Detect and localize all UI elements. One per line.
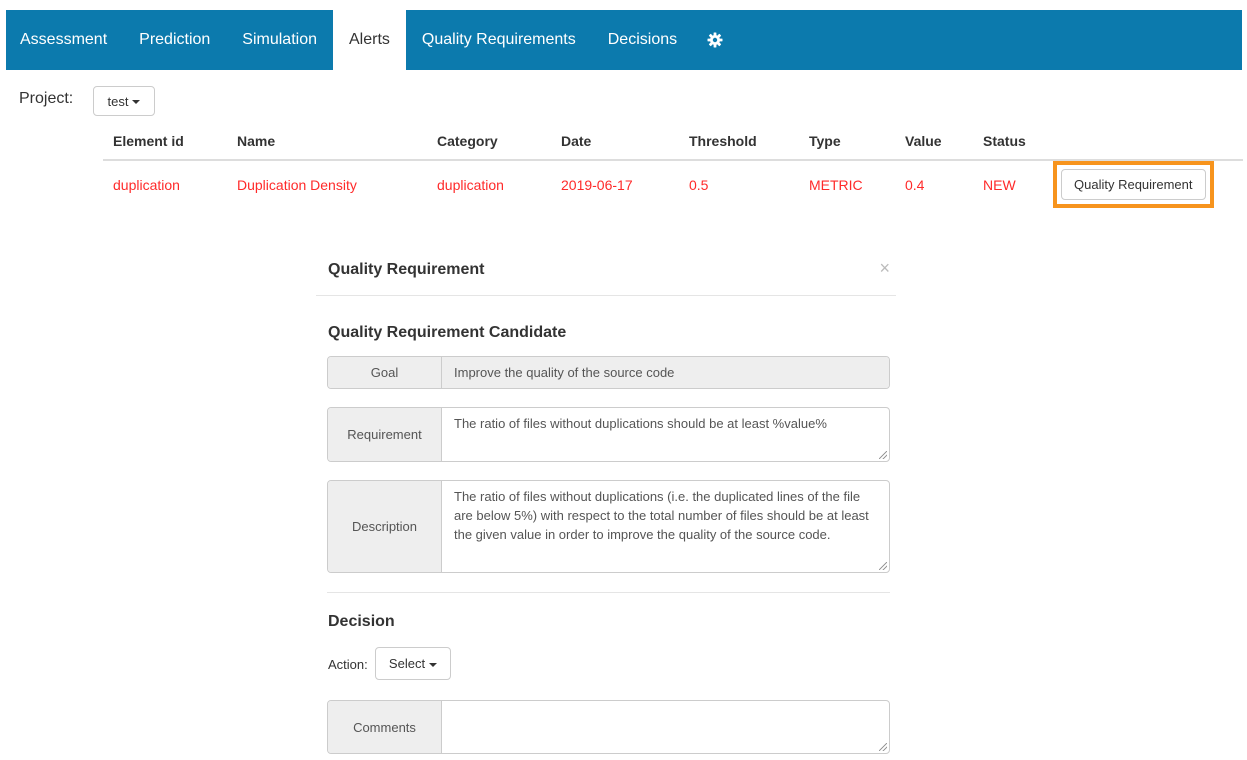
- description-textarea[interactable]: The ratio of files without duplications …: [442, 481, 889, 572]
- goal-value: Improve the quality of the source code: [442, 357, 889, 388]
- description-label: Description: [328, 481, 442, 572]
- goal-label: Goal: [328, 357, 442, 388]
- column-header-status: Status: [973, 122, 1053, 161]
- column-header-actions: [1053, 122, 1243, 161]
- action-label: Action:: [328, 657, 368, 672]
- cell-date: 2019-06-17: [561, 176, 633, 193]
- modal-title: Quality Requirement: [328, 261, 485, 278]
- project-dropdown[interactable]: test: [93, 86, 155, 116]
- action-select-dropdown[interactable]: Select: [375, 647, 451, 680]
- cell-type: METRIC: [809, 176, 863, 193]
- caret-down-icon: [429, 662, 438, 667]
- requirement-label: Requirement: [328, 408, 442, 461]
- requirement-text: The ratio of files without duplications …: [454, 416, 827, 431]
- column-header-element-id: Element id: [103, 122, 227, 161]
- resize-handle-icon[interactable]: [879, 743, 887, 751]
- table-header-row: Element id Name Category Date Threshold …: [103, 122, 1243, 161]
- comments-field: Comments: [327, 700, 890, 754]
- description-text: The ratio of files without duplications …: [454, 489, 869, 542]
- cell-element-id: duplication: [113, 176, 180, 193]
- column-header-name: Name: [227, 122, 427, 161]
- cell-action: Quality Requirement: [1053, 160, 1243, 208]
- resize-handle-icon[interactable]: [879, 451, 887, 459]
- quality-requirement-modal: Quality Requirement × Quality Requiremen…: [316, 240, 896, 760]
- nav-tab-assessment[interactable]: Assessment: [6, 10, 123, 70]
- quality-requirement-button[interactable]: Quality Requirement: [1061, 169, 1206, 200]
- cell-name: Duplication Density: [237, 176, 357, 193]
- gear-icon: [707, 32, 723, 48]
- candidate-section-title: Quality Requirement Candidate: [328, 324, 567, 341]
- project-label: Project:: [19, 90, 74, 107]
- cell-status: NEW: [983, 176, 1016, 193]
- column-header-type: Type: [799, 122, 895, 161]
- cell-category: duplication: [437, 176, 504, 193]
- column-header-date: Date: [551, 122, 679, 161]
- settings-button[interactable]: [693, 10, 737, 70]
- nav-tab-simulation[interactable]: Simulation: [226, 10, 333, 70]
- goal-field: Goal Improve the quality of the source c…: [327, 356, 890, 389]
- nav-tab-alerts[interactable]: Alerts: [333, 10, 406, 70]
- resize-handle-icon[interactable]: [879, 562, 887, 570]
- action-selected-value: Select: [388, 656, 426, 671]
- requirement-field: Requirement The ratio of files without d…: [327, 407, 890, 462]
- cell-threshold: 0.5: [689, 176, 709, 193]
- column-header-threshold: Threshold: [679, 122, 799, 161]
- column-header-value: Value: [895, 122, 973, 161]
- top-navbar: Assessment Prediction Simulation Alerts …: [6, 10, 1242, 70]
- decision-section-title: Decision: [328, 613, 395, 630]
- alerts-table: Element id Name Category Date Threshold …: [103, 122, 1243, 208]
- comments-textarea[interactable]: [442, 701, 889, 753]
- divider: [327, 592, 890, 593]
- cell-value: 0.4: [905, 176, 925, 193]
- description-field: Description The ratio of files without d…: [327, 480, 890, 573]
- comments-label: Comments: [328, 701, 442, 753]
- column-header-category: Category: [427, 122, 551, 161]
- modal-header: Quality Requirement ×: [316, 240, 896, 296]
- caret-down-icon: [132, 100, 141, 104]
- nav-tab-quality-requirements[interactable]: Quality Requirements: [406, 10, 592, 70]
- project-selected-value: test: [107, 93, 129, 109]
- table-row: duplication Duplication Density duplicat…: [103, 160, 1243, 208]
- requirement-textarea[interactable]: The ratio of files without duplications …: [442, 408, 889, 461]
- nav-tab-prediction[interactable]: Prediction: [123, 10, 226, 70]
- highlight-box: Quality Requirement: [1053, 161, 1214, 208]
- close-icon[interactable]: ×: [879, 258, 890, 279]
- nav-tab-decisions[interactable]: Decisions: [592, 10, 693, 70]
